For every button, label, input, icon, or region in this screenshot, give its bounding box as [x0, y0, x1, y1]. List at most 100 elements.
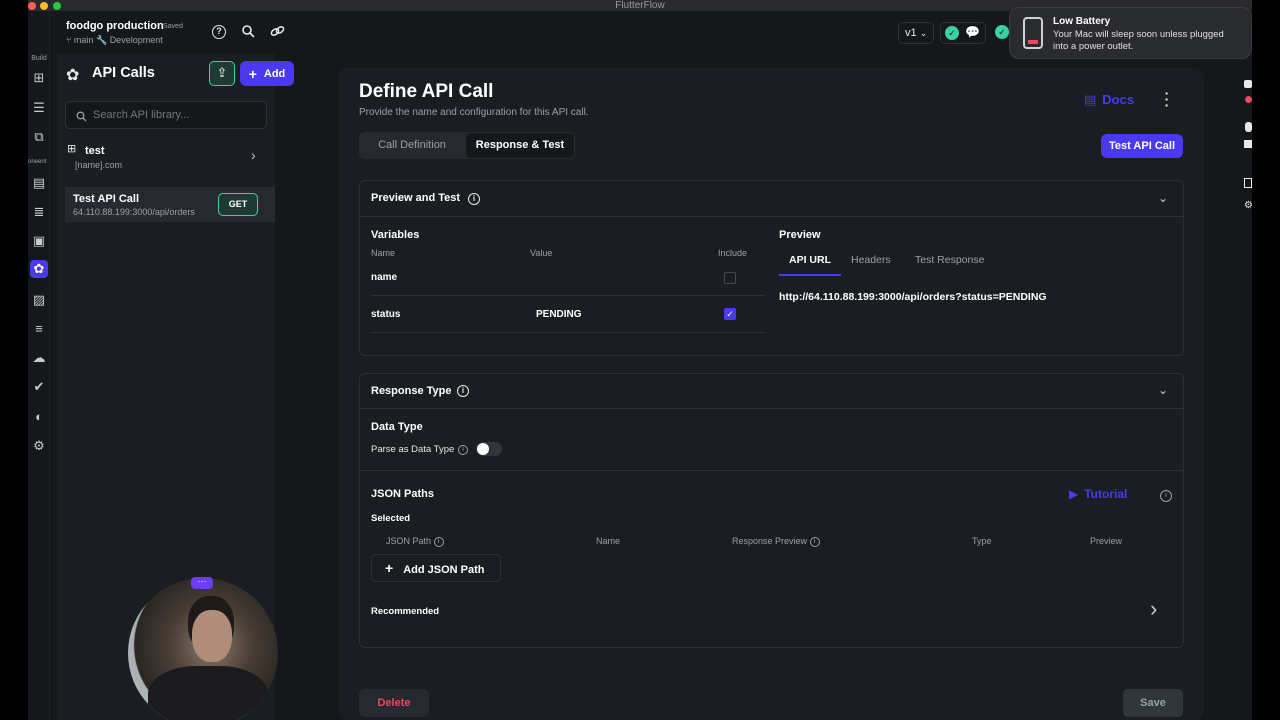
mic-icon[interactable] [1245, 122, 1252, 132]
preview-tabs: API URL Headers Test Response [779, 247, 1173, 276]
tab-test-response[interactable]: Test Response [915, 247, 984, 275]
test-api-call-button[interactable]: Test API Call [1101, 134, 1183, 158]
add-page-icon[interactable]: ⊞ [30, 69, 48, 87]
data-type-title: Data Type [371, 421, 423, 433]
add-json-path-button[interactable]: + Add JSON Path [371, 554, 501, 582]
version-selector[interactable]: v1 ⌄ [898, 22, 934, 44]
chevron-down-icon: ⌄ [1158, 191, 1169, 205]
check-circle-icon: ✓ [945, 26, 959, 40]
info-icon: i [809, 536, 820, 547]
api-item-name: Test API Call [73, 193, 140, 205]
project-name[interactable]: foodgo production [66, 20, 164, 32]
zoom-window-button[interactable] [53, 2, 61, 10]
docs-link[interactable]: ▤ Docs [1084, 92, 1134, 108]
preview-and-test-card: Preview and Test i ⌄ Variables Name Valu… [359, 180, 1184, 356]
info-icon[interactable]: i [458, 445, 468, 455]
nav-rail: Build ⊞ ☰ ⧉ oneent ▤ ≣ ▣ ✿ ▨ ≡ ☁ ✔ ◐ ⚙ [28, 11, 50, 720]
chevron-right-icon[interactable]: › [1150, 596, 1157, 622]
widget-tree-icon[interactable]: ☰ [30, 99, 48, 117]
search-icon [76, 109, 87, 127]
theme-icon[interactable]: ◐ [30, 408, 48, 426]
save-button[interactable]: Save [1123, 689, 1183, 717]
variable-row: name [371, 259, 765, 296]
parse-as-data-type-label: Parse as Data Type [371, 444, 455, 455]
col-name: Name [371, 248, 396, 258]
testing-icon[interactable]: ✔ [30, 378, 48, 396]
api-item-test[interactable]: ⊞ test [name].com › [65, 139, 267, 177]
data-schema-icon[interactable]: ≣ [30, 203, 48, 221]
storyboard-icon[interactable]: ▤ [30, 174, 48, 192]
response-type-header[interactable]: Response Type i ⌄ [360, 374, 1183, 409]
search-api-input[interactable] [93, 107, 258, 123]
wrench-icon: 🔧 [95, 35, 108, 45]
app-state-icon[interactable]: ▣ [30, 232, 48, 250]
col-include: Include [718, 248, 748, 258]
parse-as-data-type-toggle[interactable] [476, 442, 502, 456]
define-api-call-panel: Define API Call Provide the name and con… [338, 68, 1204, 720]
branch-info[interactable]: ⑂ main 🔧 Development [66, 35, 163, 46]
api-item-test-api-call[interactable]: Test API Call 64.110.88.199:3000/api/ord… [65, 187, 275, 222]
col-name: Name [596, 536, 621, 546]
close-window-button[interactable] [28, 2, 36, 10]
collab-status[interactable]: ✓ 💬 [940, 22, 986, 44]
right-toolbar: ⚙ [1242, 80, 1252, 240]
components-icon[interactable]: ⧉ [30, 128, 48, 146]
settings-icon[interactable]: ⚙ [1244, 200, 1252, 211]
more-options-icon[interactable]: ··· [191, 577, 213, 589]
variables-title: Variables [371, 229, 420, 241]
col-json-path: JSON Path i [386, 536, 444, 547]
api-item-url: 64.110.88.199:3000/api/orders [73, 207, 195, 217]
upload-button[interactable]: ⇪ [209, 61, 235, 86]
camera-icon[interactable] [1244, 80, 1252, 88]
docs-label: Docs [1102, 92, 1135, 107]
minimize-window-button[interactable] [40, 2, 48, 10]
tutorial-link[interactable]: ▶ Tutorial [1069, 487, 1127, 501]
branch-name: main [73, 35, 94, 45]
preview-and-test-header[interactable]: Preview and Test i ⌄ [360, 181, 1183, 217]
col-type: Type [972, 536, 992, 546]
info-icon[interactable]: i [457, 385, 469, 397]
more-vert-icon[interactable]: · · · [1164, 86, 1170, 112]
link-icon[interactable] [270, 24, 285, 43]
copy-icon[interactable] [1244, 178, 1252, 188]
chevron-right-icon: › [251, 147, 256, 163]
page-title: Define API Call [359, 81, 494, 102]
youtube-icon: ▶ [1069, 487, 1079, 501]
record-icon[interactable] [1245, 96, 1252, 103]
help-icon[interactable]: ? [212, 25, 226, 39]
include-checkbox[interactable] [724, 272, 736, 284]
info-icon: i [433, 536, 444, 547]
col-value: Value [530, 248, 553, 258]
api-calls-panel: ✿ API Calls ⇪ + Add ⊞ test [name].com › … [57, 53, 294, 720]
add-api-button[interactable]: + Add [240, 61, 294, 86]
low-battery-notification[interactable]: Low Battery Your Mac will sleep soon unl… [1009, 7, 1252, 59]
docs-icon: ▤ [1084, 92, 1097, 107]
search-icon[interactable] [241, 24, 255, 43]
tab-call-definition[interactable]: Call Definition [359, 132, 465, 159]
api-group-icon: ⊞ [67, 143, 77, 155]
cloud-functions-icon[interactable]: ☁ [30, 349, 48, 367]
delete-button[interactable]: Delete [359, 689, 429, 717]
speaker-icon[interactable] [1244, 140, 1252, 148]
tab-headers[interactable]: Headers [851, 247, 891, 275]
api-item-subtitle: [name].com [75, 160, 123, 170]
plus-icon: + [385, 560, 394, 576]
include-checkbox[interactable]: ✓ [724, 308, 736, 320]
tab-api-url[interactable]: API URL [779, 247, 841, 276]
api-calls-icon[interactable]: ✿ [30, 260, 48, 278]
add-json-path-label: Add JSON Path [403, 564, 485, 576]
tab-response-and-test[interactable]: Response & Test [466, 133, 574, 158]
webcam-overlay [128, 578, 278, 720]
search-api-field[interactable] [65, 101, 267, 129]
info-icon[interactable]: i [1160, 490, 1172, 502]
media-assets-icon[interactable]: ▨ [30, 291, 48, 309]
page-subtitle: Provide the name and configuration for t… [359, 107, 589, 118]
custom-code-icon[interactable]: ≡ [30, 320, 48, 338]
battery-icon [1023, 17, 1043, 49]
settings-icon[interactable]: ⚙ [30, 437, 48, 455]
deploy-status-icon[interactable]: ✓ [995, 25, 1009, 39]
info-icon[interactable]: i [468, 193, 480, 205]
api-url-preview: http://64.110.88.199:3000/api/orders?sta… [779, 291, 1047, 303]
variable-value[interactable]: PENDING [536, 309, 582, 320]
api-calls-icon: ✿ [66, 67, 80, 84]
